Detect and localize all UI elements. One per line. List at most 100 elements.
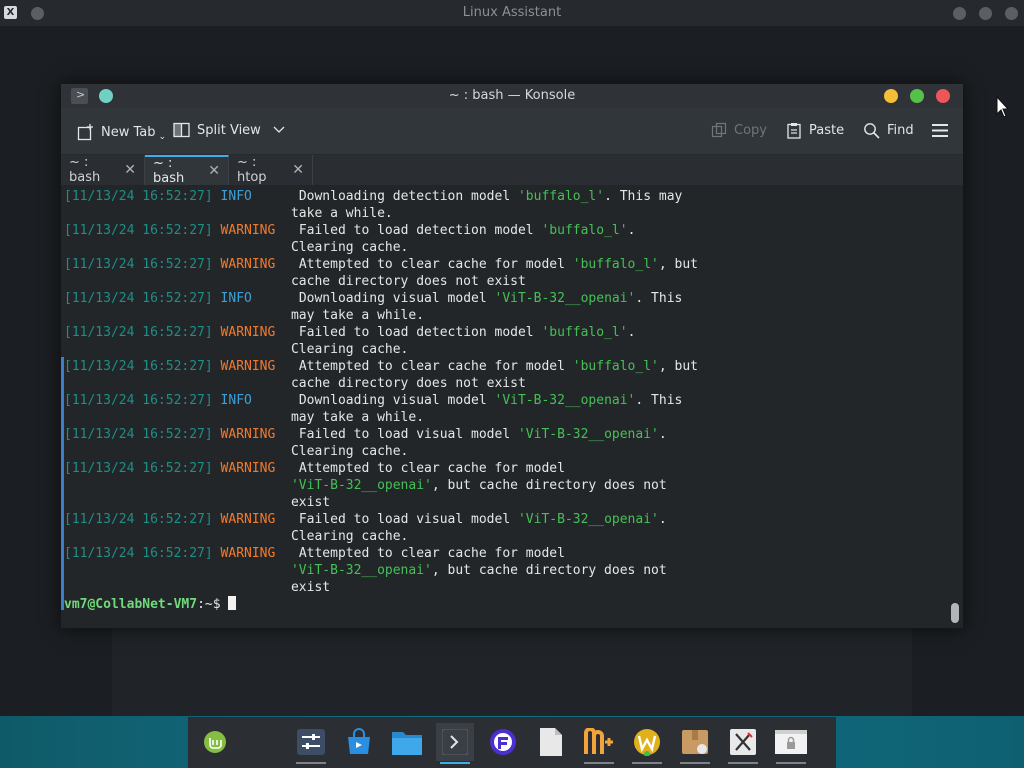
outer-maximize-button[interactable]	[979, 7, 992, 20]
tab-bash-2[interactable]: ~ : bash ✕	[145, 155, 229, 186]
log-message: , but cache directory does not	[431, 478, 667, 493]
log-line: may take a while.	[64, 307, 698, 324]
minimize-button[interactable]	[884, 89, 898, 103]
log-timestamp: [11/13/24 16:52:27]	[64, 512, 213, 527]
outer-minimize-button[interactable]	[953, 7, 966, 20]
log-message: Attempted to clear cache for model	[298, 546, 565, 561]
find-button[interactable]: Find	[863, 122, 914, 139]
running-indicator	[728, 762, 758, 764]
log-line: [11/13/24 16:52:27] INFO Downloading det…	[64, 188, 698, 205]
new-tab-dropdown-icon[interactable]: ⌄	[159, 132, 167, 142]
terminal-output[interactable]: [11/13/24 16:52:27] INFO Downloading det…	[61, 185, 963, 628]
log-message: may take a while.	[290, 308, 425, 323]
new-tab-label: New Tab	[101, 124, 156, 140]
hamburger-menu-button[interactable]	[932, 124, 948, 137]
taskbar-item-archive[interactable]	[676, 723, 714, 764]
text-cursor	[228, 596, 237, 610]
log-message: exist	[290, 580, 331, 595]
log-message: Downloading detection model	[298, 189, 518, 204]
prompt-path: :~$	[197, 597, 221, 612]
log-line: [11/13/24 16:52:27] WARNING Attempted to…	[64, 545, 698, 562]
log-message: .	[658, 512, 667, 527]
log-line: [11/13/24 16:52:27] WARNING Failed to lo…	[64, 511, 698, 528]
log-line: 'ViT-B-32__openai', but cache directory …	[64, 477, 698, 494]
log-line: Clearing cache.	[64, 528, 698, 545]
tab-label: ~ : bash	[69, 155, 101, 185]
log-line: may take a while.	[64, 409, 698, 426]
active-indicator	[440, 762, 470, 764]
taskbar-item-lock-window[interactable]	[772, 723, 810, 764]
log-level: WARNING	[220, 461, 276, 476]
close-button[interactable]	[936, 89, 950, 103]
nplus-icon	[584, 728, 613, 754]
scrollbar-handle[interactable]	[951, 603, 959, 623]
log-line: [11/13/24 16:52:27] WARNING Attempted to…	[64, 256, 698, 273]
log-message: Failed to load visual model	[298, 427, 518, 442]
log-timestamp: [11/13/24 16:52:27]	[64, 257, 213, 272]
konsole-window: > ~ : bash — Konsole New Tab ⌄ Split Vie…	[61, 84, 963, 628]
tab-htop[interactable]: ~ : htop ✕	[229, 155, 313, 185]
tab-label: ~ : bash	[153, 156, 185, 186]
new-tab-button[interactable]: New Tab ⌄	[77, 122, 166, 142]
text-editor-icon	[540, 728, 562, 756]
log-level: INFO	[220, 393, 252, 408]
log-line: exist	[64, 494, 698, 511]
log-message: Attempted to clear cache for model	[298, 257, 573, 272]
maximize-button[interactable]	[910, 89, 924, 103]
log-line: cache directory does not exist	[64, 273, 698, 290]
log-level: INFO	[220, 291, 252, 306]
taskbar-item-nplus[interactable]	[580, 723, 618, 764]
browser-icon	[490, 729, 516, 755]
log-message: Failed to load visual model	[298, 512, 518, 527]
log-message: cache directory does not exist	[290, 274, 526, 289]
close-tab-icon[interactable]: ✕	[208, 163, 220, 179]
tab-label: ~ : htop	[237, 155, 267, 185]
outer-close-button[interactable]	[1005, 7, 1018, 20]
log-timestamp: [11/13/24 16:52:27]	[64, 291, 213, 306]
log-line: take a while.	[64, 205, 698, 222]
split-view-button[interactable]: Split View	[173, 122, 285, 138]
log-line: [11/13/24 16:52:27] WARNING Failed to lo…	[64, 222, 698, 239]
paste-label: Paste	[809, 123, 845, 138]
log-timestamp: [11/13/24 16:52:27]	[64, 427, 213, 442]
log-message: , but cache directory does not	[431, 563, 667, 578]
taskbar-item-terminal[interactable]	[436, 723, 474, 764]
taskbar-item-text-editor[interactable]	[532, 723, 570, 761]
log-message: .	[627, 223, 636, 238]
log-message: . This	[635, 291, 683, 306]
paste-button[interactable]: Paste	[786, 122, 844, 139]
log-level: WARNING	[220, 325, 276, 340]
taskbar-item-x-app[interactable]	[724, 723, 762, 764]
files-icon	[392, 732, 422, 755]
tab-bash-1[interactable]: ~ : bash ✕	[61, 155, 145, 185]
log-quoted-name: 'buffalo_l'	[517, 189, 605, 204]
log-timestamp: [11/13/24 16:52:27]	[64, 461, 213, 476]
log-quoted-name: 'ViT-B-32__openai'	[517, 512, 659, 527]
taskbar-item-settings[interactable]	[292, 723, 330, 764]
close-tab-icon[interactable]: ✕	[124, 162, 136, 178]
taskbar-item-mint-menu[interactable]	[196, 723, 234, 761]
log-level: WARNING	[220, 257, 276, 272]
prompt-user-host: vm7@CollabNet-VM7	[64, 597, 198, 612]
log-quoted-name: 'buffalo_l'	[541, 223, 628, 238]
taskbar-item-files[interactable]	[388, 723, 426, 761]
log-line: 'ViT-B-32__openai', but cache directory …	[64, 562, 698, 579]
log-line: [11/13/24 16:52:27] INFO Downloading vis…	[64, 392, 698, 409]
taskbar-item-w-app[interactable]	[628, 723, 666, 764]
log-message: Clearing cache.	[290, 240, 409, 255]
taskbar-item-browser[interactable]	[484, 723, 522, 761]
log-message: Clearing cache.	[290, 342, 409, 357]
linux-mint-icon	[204, 731, 226, 753]
copy-button[interactable]: Copy	[711, 122, 767, 138]
split-view-icon	[173, 122, 190, 138]
copy-icon	[711, 122, 727, 138]
log-message: Failed to load detection model	[298, 223, 542, 238]
log-quoted-name: 'ViT-B-32__openai'	[290, 563, 432, 578]
log-line: [11/13/24 16:52:27] WARNING Attempted to…	[64, 460, 698, 477]
log-level: WARNING	[220, 223, 276, 238]
outer-window-title: Linux Assistant	[462, 5, 562, 20]
log-level: WARNING	[220, 359, 276, 374]
close-tab-icon[interactable]: ✕	[292, 162, 304, 178]
log-message: . This	[635, 393, 683, 408]
taskbar-item-store[interactable]	[340, 723, 378, 761]
